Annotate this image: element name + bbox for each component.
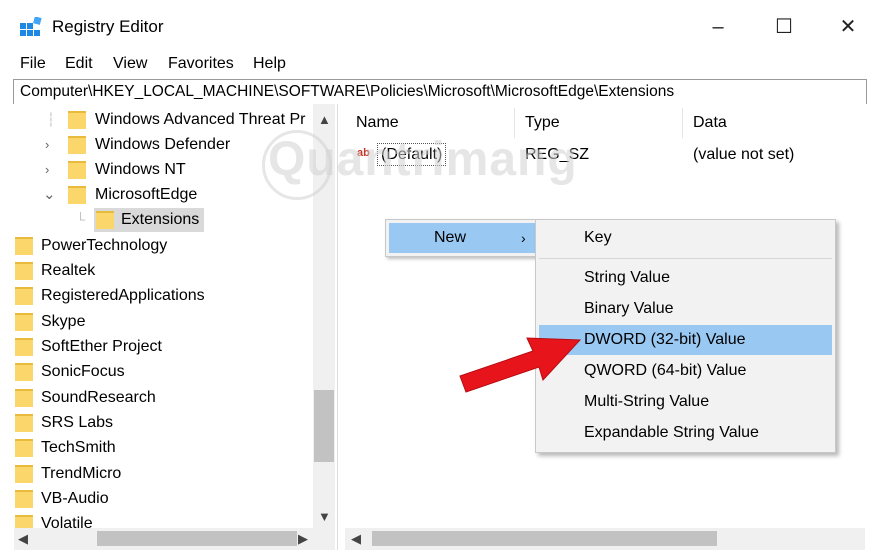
menu-favorites[interactable]: Favorites xyxy=(168,53,234,75)
registry-editor-icon xyxy=(20,17,42,36)
submenu-item-label: Key xyxy=(584,229,612,246)
menu-separator xyxy=(539,258,832,259)
tree-item[interactable]: ┆ Windows Advanced Threat Pr xyxy=(0,107,313,132)
folder-icon xyxy=(15,237,33,255)
close-button[interactable]: ✕ xyxy=(826,10,870,44)
scroll-down-icon[interactable]: ▼ xyxy=(318,509,331,524)
tree-hscroll-thumb[interactable] xyxy=(97,531,297,546)
column-header-name[interactable]: Name xyxy=(356,112,399,134)
menu-view[interactable]: View xyxy=(113,53,147,75)
menu-help[interactable]: Help xyxy=(253,53,286,75)
tree-item-label: RegisteredApplications xyxy=(41,287,205,304)
tree-item-label: TechSmith xyxy=(41,439,116,456)
column-header-type[interactable]: Type xyxy=(525,112,560,134)
menu-file[interactable]: File xyxy=(20,53,46,75)
folder-icon xyxy=(15,465,33,483)
submenu-item-label: DWORD (32-bit) Value xyxy=(584,331,746,348)
maximize-button[interactable]: ☐ xyxy=(762,10,806,44)
submenu-item-label: String Value xyxy=(584,269,670,286)
folder-icon xyxy=(96,211,114,229)
address-path[interactable]: Computer\HKEY_LOCAL_MACHINE\SOFTWARE\Pol… xyxy=(20,81,674,103)
tree-line: └ xyxy=(76,212,86,227)
folder-icon xyxy=(68,111,86,129)
submenu-item-expandable-string-value[interactable]: Expandable String Value xyxy=(539,418,832,448)
submenu-item-label: Binary Value xyxy=(584,300,674,317)
folder-icon xyxy=(68,186,86,204)
folder-icon xyxy=(15,439,33,457)
tree-item[interactable]: Realtek xyxy=(0,258,313,283)
tree-item-label: VB-Audio xyxy=(41,490,109,507)
minimize-button[interactable]: – xyxy=(696,10,740,44)
folder-icon xyxy=(15,490,33,508)
tree-scroll-thumb[interactable] xyxy=(314,390,334,462)
scroll-left-icon[interactable]: ◀ xyxy=(351,531,361,547)
tree-item-label: PowerTechnology xyxy=(41,237,168,254)
collapse-chevron-icon[interactable]: ⌄ xyxy=(43,182,56,207)
submenu-arrow-icon: › xyxy=(521,230,526,246)
title-bar: Registry Editor – ☐ ✕ xyxy=(0,0,870,50)
tree-item-label: SoftEther Project xyxy=(41,338,162,355)
tree-item[interactable]: ⌄ MicrosoftEdge xyxy=(0,182,313,207)
tree-item[interactable]: SRS Labs xyxy=(0,410,313,435)
tree-item-selected[interactable]: └ Extensions xyxy=(0,207,313,232)
tree-item-label: SonicFocus xyxy=(41,363,125,380)
tree-item-label: MicrosoftEdge xyxy=(95,186,198,203)
folder-icon xyxy=(15,287,33,305)
tree-item-label: Windows Advanced Threat Pr xyxy=(95,111,306,128)
submenu-item-key[interactable]: Key xyxy=(539,223,832,253)
tree-item-label: TrendMicro xyxy=(41,465,122,482)
watermark-text: Quantrimang xyxy=(268,133,578,186)
tree-item-label: SoundResearch xyxy=(41,389,156,406)
tree-item-label: Windows Defender xyxy=(95,136,231,153)
folder-icon xyxy=(15,313,33,331)
tree-item[interactable]: RegisteredApplications xyxy=(0,283,313,308)
menu-bar: File Edit View Favorites Help xyxy=(0,50,870,77)
submenu-item-label: Expandable String Value xyxy=(584,424,759,441)
folder-icon xyxy=(15,262,33,280)
context-menu: New › xyxy=(385,219,542,257)
tree-item-label: Realtek xyxy=(41,262,96,279)
column-divider[interactable] xyxy=(682,108,683,138)
folder-icon xyxy=(15,363,33,381)
red-arrow-icon xyxy=(459,337,582,393)
scroll-up-icon[interactable]: ▲ xyxy=(318,112,331,127)
menu-item-label: New xyxy=(434,229,467,246)
scroll-left-icon[interactable]: ◀ xyxy=(18,531,28,547)
value-data: (value not set) xyxy=(693,146,795,163)
tree-item-label: Windows NT xyxy=(95,161,186,178)
tree-item-label: SRS Labs xyxy=(41,414,114,431)
expand-chevron-icon[interactable]: › xyxy=(45,157,49,182)
folder-icon xyxy=(15,338,33,356)
scroll-right-icon[interactable]: ▶ xyxy=(298,531,308,547)
column-header-data[interactable]: Data xyxy=(693,112,727,134)
submenu-item-label: Multi-String Value xyxy=(584,393,710,410)
tree-item[interactable]: SoftEther Project xyxy=(0,334,313,359)
folder-icon xyxy=(15,414,33,432)
folder-icon xyxy=(68,161,86,179)
tree-item-label: Skype xyxy=(41,313,86,330)
tree-item-label: Extensions xyxy=(121,211,200,228)
tree-item[interactable]: TrendMicro xyxy=(0,461,313,486)
submenu-item-string-value[interactable]: String Value xyxy=(539,263,832,293)
menu-item-new[interactable]: New › xyxy=(389,223,538,253)
submenu-item-label: QWORD (64-bit) Value xyxy=(584,362,747,379)
tree-line: ┆ xyxy=(47,112,55,127)
address-bar[interactable]: Computer\HKEY_LOCAL_MACHINE\SOFTWARE\Pol… xyxy=(13,79,867,105)
tree-item[interactable]: PowerTechnology xyxy=(0,233,313,258)
folder-icon xyxy=(15,389,33,407)
window-title: Registry Editor xyxy=(52,17,164,36)
values-hscroll-thumb[interactable] xyxy=(372,531,717,546)
tree-item[interactable]: TechSmith xyxy=(0,435,313,460)
expand-chevron-icon[interactable]: › xyxy=(45,132,49,157)
tree-item[interactable]: VB-Audio xyxy=(0,486,313,511)
menu-edit[interactable]: Edit xyxy=(65,53,93,75)
folder-icon xyxy=(68,136,86,154)
tree-item[interactable]: SoundResearch xyxy=(0,385,313,410)
tree-item[interactable]: Skype xyxy=(0,309,313,334)
tree-item[interactable]: SonicFocus xyxy=(0,359,313,384)
